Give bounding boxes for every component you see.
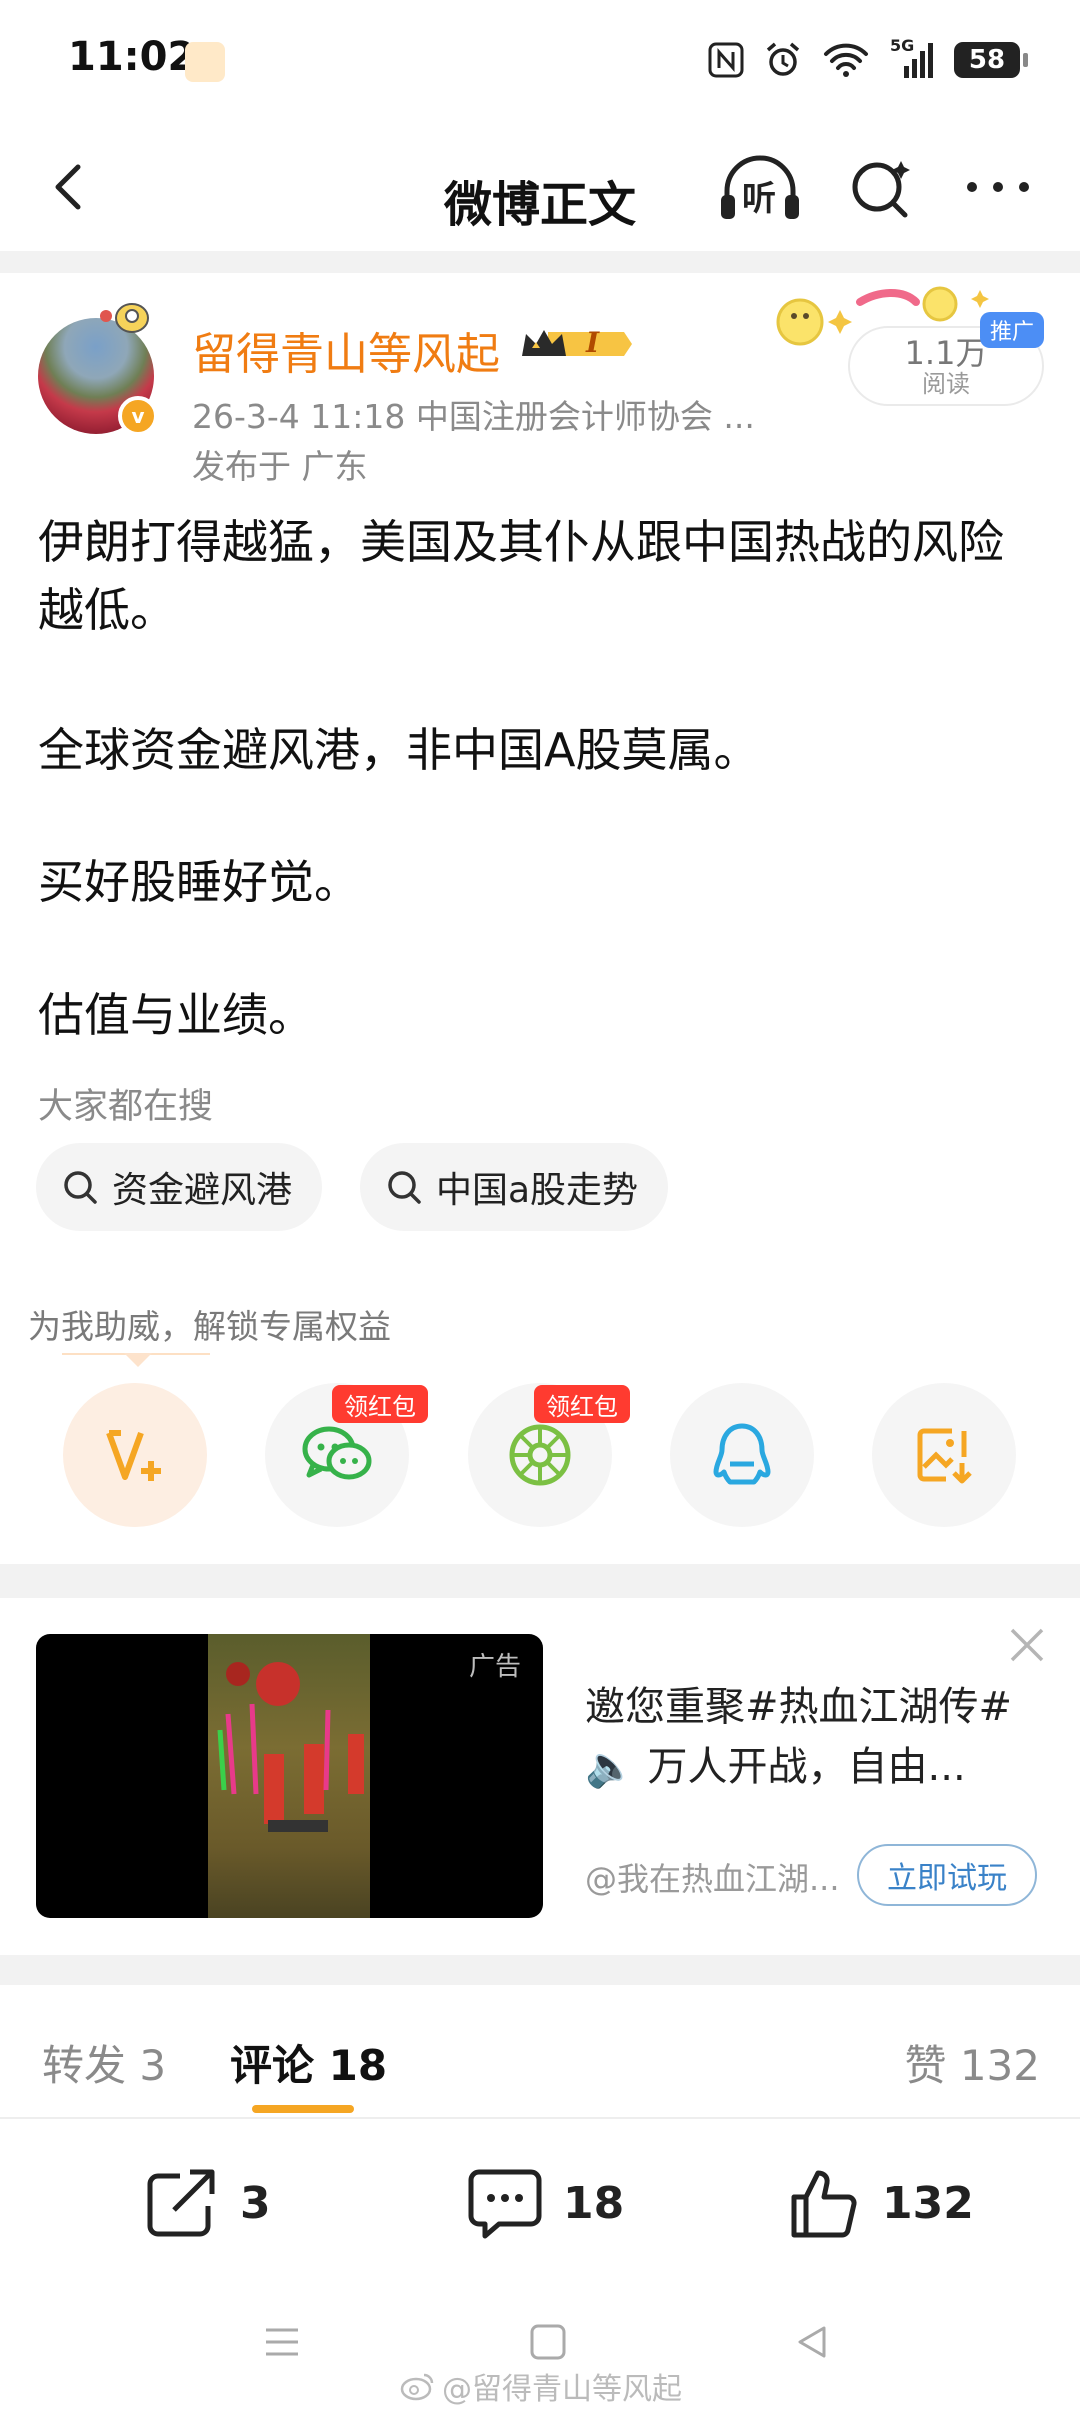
listen-button[interactable]: 听 xyxy=(715,155,805,225)
search-icon xyxy=(64,1171,97,1204)
repost-button[interactable]: 3 xyxy=(144,2155,271,2251)
search-chip[interactable]: 资金避风港 xyxy=(36,1143,323,1231)
post-paragraph: 估值与业绩。 xyxy=(38,988,314,1042)
cellular-signal-icon: 5G xyxy=(890,36,934,80)
search-chip[interactable]: 中国a股走势 xyxy=(360,1143,669,1231)
section-divider xyxy=(0,1564,1080,1598)
like-count: 132 xyxy=(882,2177,974,2229)
post-paragraph: 伊朗打得越猛，美国及其仆从跟中国热战的风险越低。 xyxy=(38,515,1004,637)
repost-count: 3 xyxy=(240,2177,271,2229)
ad-title[interactable]: 邀您重聚#热血江湖传#🔈 万人开战，自由... xyxy=(585,1677,1045,1797)
author-name[interactable]: 留得青山等风起 xyxy=(192,318,500,382)
v-plus-icon xyxy=(106,1430,161,1481)
like-button[interactable]: 132 xyxy=(788,2155,974,2251)
active-tab-indicator xyxy=(252,2105,354,2113)
post-location: 发布于 广东 xyxy=(192,447,368,486)
network-type: 5G xyxy=(890,36,915,55)
section-divider xyxy=(0,1955,1080,1985)
level-number: I xyxy=(586,326,600,359)
ad-cta-button[interactable]: 立即试玩 xyxy=(857,1844,1037,1906)
thumbs-up-icon xyxy=(791,2170,857,2238)
verified-badge: v xyxy=(118,396,158,436)
status-time: 11:02 xyxy=(68,34,196,80)
avatar-frame-decoration-icon xyxy=(100,303,149,333)
tabs-divider xyxy=(0,2117,1080,2119)
ad-label: 广告 xyxy=(468,1652,521,1682)
wechat-icon xyxy=(302,1426,372,1480)
listen-label: 听 xyxy=(742,179,776,219)
home-icon[interactable] xyxy=(528,2322,568,2362)
post-paragraph: 全球资金避风港，非中国A股莫属。 xyxy=(38,723,760,777)
back-icon[interactable] xyxy=(792,2322,832,2362)
more-options-icon[interactable] xyxy=(960,155,1036,219)
read-label: 阅读 xyxy=(922,370,970,398)
status-icons: 5G 58 xyxy=(708,36,1028,82)
watermark-text: @留得青山等风起 xyxy=(442,2372,682,2407)
search-icon xyxy=(388,1171,421,1204)
save-image-button[interactable] xyxy=(872,1383,1016,1527)
alarm-icon xyxy=(766,42,800,76)
redpack-tag: 领红包 xyxy=(332,1385,428,1423)
top-nav-bar: 微博正文 听 xyxy=(0,125,1080,251)
ad-source[interactable]: @我在热血江湖... xyxy=(585,1854,855,1900)
tab-comments[interactable]: 评论 18 xyxy=(230,2032,387,2093)
status-bar: 11:02 5G 58 xyxy=(0,0,1080,125)
comment-count: 18 xyxy=(563,2177,625,2229)
promo-tag: 推广 xyxy=(980,312,1044,348)
save-image-icon xyxy=(917,1428,972,1484)
qq-icon xyxy=(713,1423,771,1485)
comment-button[interactable]: 18 xyxy=(465,2155,624,2251)
menu-icon[interactable] xyxy=(262,2322,302,2362)
moments-icon xyxy=(509,1424,571,1486)
ad-game-scene xyxy=(208,1634,370,1918)
share-qq-button[interactable] xyxy=(670,1383,814,1527)
redpack-tag: 领红包 xyxy=(534,1385,630,1423)
search-chip-label: 资金避风港 xyxy=(112,1170,293,1211)
close-icon[interactable] xyxy=(1006,1624,1048,1666)
support-caret xyxy=(124,1353,152,1367)
app-notification-icon xyxy=(185,42,225,82)
tab-reposts[interactable]: 转发 3 xyxy=(42,2032,166,2093)
crown-icon xyxy=(522,330,632,356)
nfc-icon xyxy=(708,42,744,78)
member-level-badge[interactable]: I xyxy=(518,322,634,366)
wifi-icon xyxy=(824,43,868,77)
section-divider xyxy=(0,251,1080,273)
ad-video-thumbnail[interactable]: 广告 xyxy=(36,1634,543,1918)
support-prompt: 为我助威，解锁专属权益 xyxy=(28,1307,391,1346)
comment-icon xyxy=(468,2169,542,2239)
weibo-logo-icon xyxy=(400,2373,434,2401)
tab-likes[interactable]: 赞 132 xyxy=(904,2032,1040,2093)
battery-icon: 58 xyxy=(954,42,1028,78)
share-v-plus-button[interactable] xyxy=(63,1383,207,1527)
search-icon[interactable] xyxy=(845,153,915,223)
post-paragraph: 买好股睡好觉。 xyxy=(38,855,360,909)
watermark: @留得青山等风起 xyxy=(400,2364,682,2408)
repost-icon xyxy=(147,2169,215,2237)
post-meta: 26-3-4 11:18 中国注册会计师协会 ... xyxy=(192,397,755,436)
search-chip-label: 中国a股走势 xyxy=(436,1170,639,1211)
page-title: 微博正文 xyxy=(443,177,636,233)
trending-search-label: 大家都在搜 xyxy=(38,1087,214,1127)
